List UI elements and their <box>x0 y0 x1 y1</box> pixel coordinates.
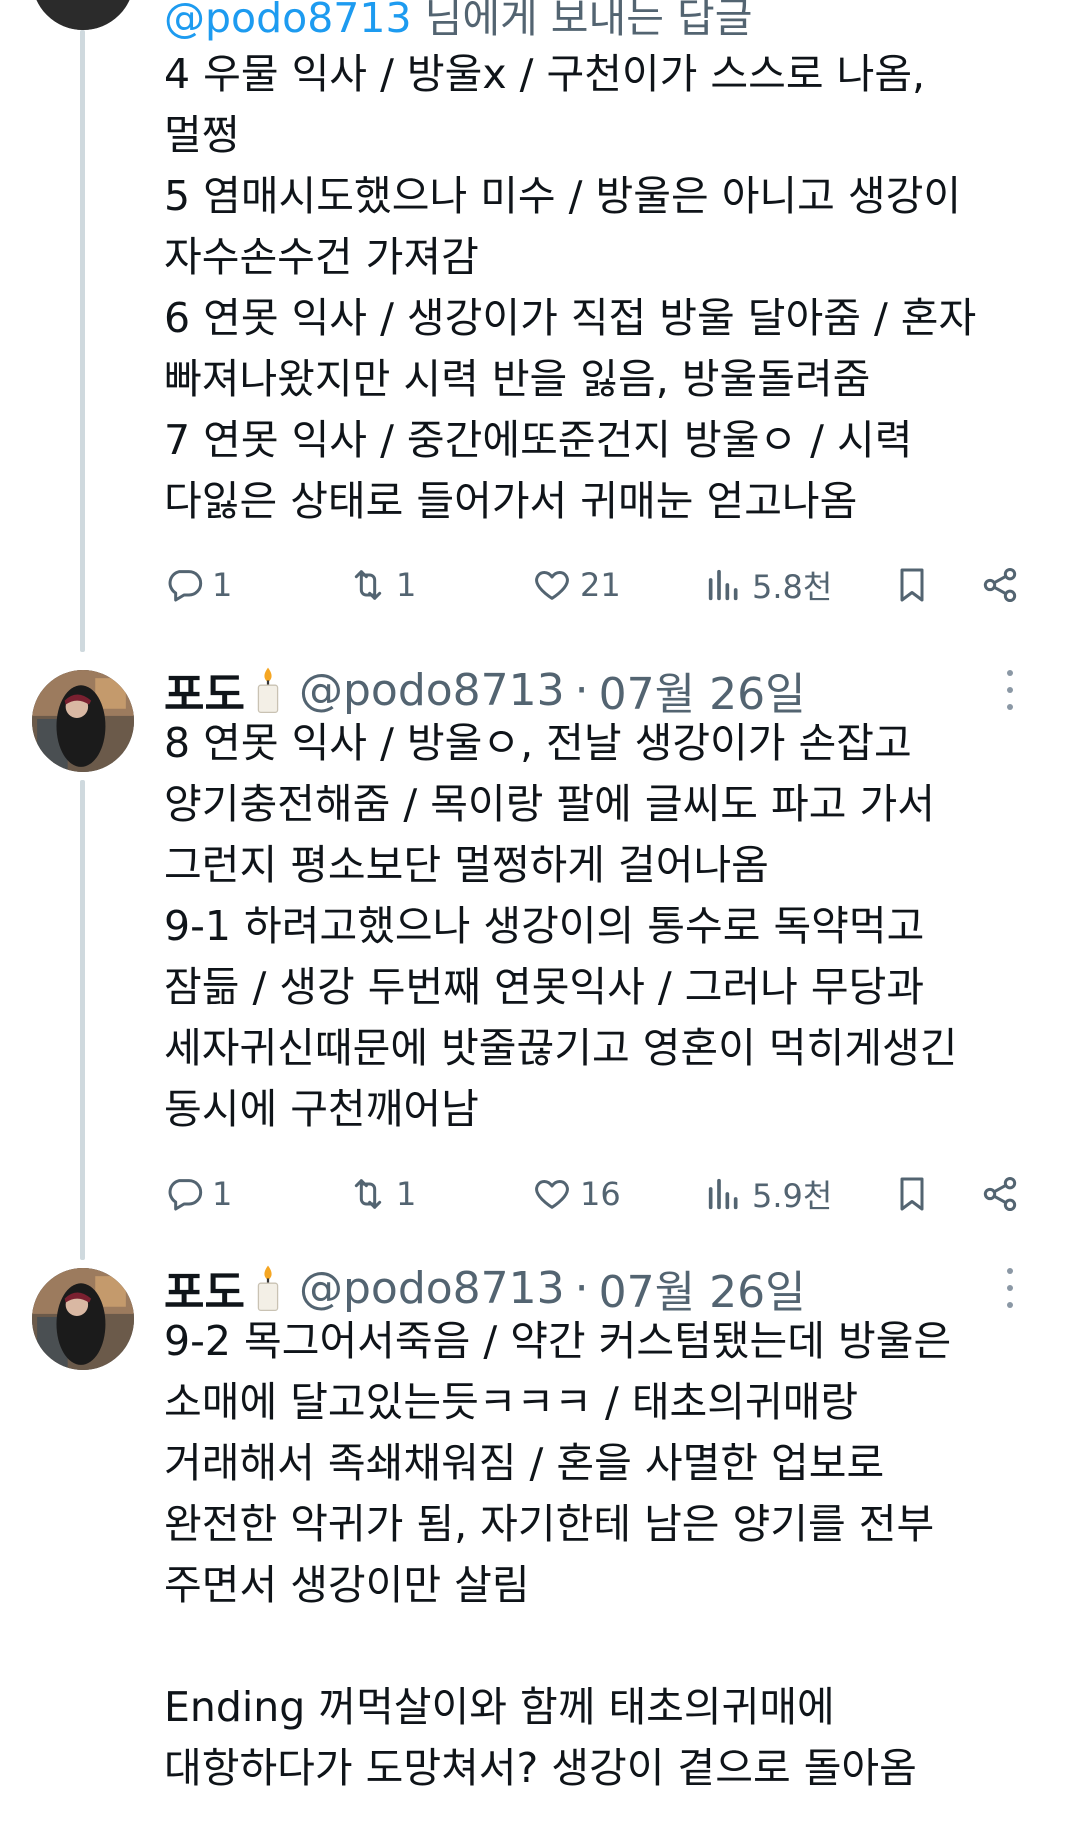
tweet-actions: 1 1 16 5.9천 <box>164 1166 1024 1222</box>
tweet-text: 8 연못 익사 / 방울ㅇ, 전날 생강이가 손잡고 양기충전해줌 / 목이랑 … <box>164 719 958 1133</box>
share-button[interactable] <box>980 557 1020 613</box>
like-count: 16 <box>580 1175 621 1213</box>
avatar[interactable] <box>32 670 134 772</box>
retweet-icon <box>354 570 382 600</box>
share-button[interactable] <box>980 1166 1020 1222</box>
separator-dot: · <box>574 1262 589 1314</box>
share-icon <box>983 1177 1017 1211</box>
retweet-count: 1 <box>396 566 417 604</box>
tweet-header: 포도 @podo8713 · 07월 26일 <box>164 1260 806 1319</box>
avatar[interactable] <box>32 0 134 30</box>
tweet-header: 포도 @podo8713 · 07월 26일 <box>164 662 806 721</box>
user-handle[interactable]: @podo8713 <box>299 1263 565 1314</box>
like-button[interactable]: 16 <box>532 1166 621 1222</box>
like-count: 21 <box>580 566 621 604</box>
reply-count: 1 <box>212 1175 233 1213</box>
reply-icon <box>168 570 203 602</box>
share-icon <box>983 568 1017 602</box>
bookmark-icon <box>900 568 924 602</box>
tweet-text: 4 우물 익사 / 방울x / 구천이가 스스로 나옴, 멀쩡 5 염매시도했으… <box>164 50 977 525</box>
bookmark-button[interactable] <box>892 1166 932 1222</box>
reply-count: 1 <box>212 566 233 604</box>
reply-icon <box>168 1179 203 1211</box>
reply-to-line: @podo8713 님에게 보내는 답글 <box>164 0 752 44</box>
thread-line <box>80 30 85 652</box>
bookmark-button[interactable] <box>892 557 932 613</box>
views-chart-icon <box>708 569 738 601</box>
candle-emoji-icon <box>257 1265 279 1312</box>
more-dots-icon[interactable] <box>1004 670 1016 710</box>
views-count: 5.8천 <box>752 568 833 606</box>
user-handle[interactable]: @podo8713 <box>299 665 565 716</box>
like-button[interactable]: 21 <box>532 557 621 613</box>
reply-button[interactable]: 1 <box>164 557 232 613</box>
candle-emoji-icon <box>257 667 279 714</box>
tweet-actions: 1 1 21 5.8천 <box>164 557 1024 613</box>
views-button[interactable]: 5.8천 <box>704 557 832 613</box>
retweet-button[interactable]: 1 <box>348 1166 416 1222</box>
views-chart-icon <box>708 1178 738 1210</box>
heart-icon <box>535 571 569 600</box>
avatar[interactable] <box>32 1268 134 1370</box>
retweet-icon <box>354 1179 382 1209</box>
views-count: 5.9천 <box>752 1177 833 1215</box>
retweet-count: 1 <box>396 1175 417 1213</box>
retweet-button[interactable]: 1 <box>348 557 416 613</box>
reply-button[interactable]: 1 <box>164 1166 232 1222</box>
tweet-text: 9-2 목그어서죽음 / 약간 커스텀됐는데 방울은 소매에 달고있는듯ㅋㅋㅋ … <box>164 1317 952 1792</box>
reply-to-handle[interactable]: @podo8713 <box>164 0 412 42</box>
more-dots-icon[interactable] <box>1004 1268 1016 1308</box>
heart-icon <box>535 1180 569 1209</box>
separator-dot: · <box>574 664 589 716</box>
thread-line <box>80 780 85 1260</box>
bookmark-icon <box>900 1177 924 1211</box>
views-button[interactable]: 5.9천 <box>704 1166 832 1222</box>
reply-to-text: 님에게 보내는 답글 <box>411 0 753 42</box>
